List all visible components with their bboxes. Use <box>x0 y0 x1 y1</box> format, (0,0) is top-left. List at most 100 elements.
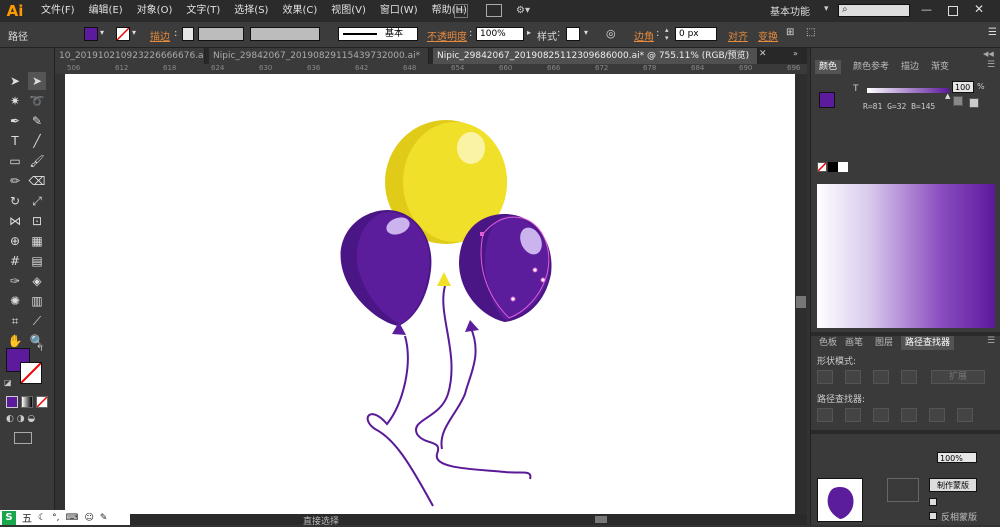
lasso-icon[interactable]: ➰ <box>28 92 46 110</box>
document-tab-2[interactable]: Nipic_29842067_20190829115439732000.ai* <box>209 48 429 64</box>
clip-checkbox[interactable] <box>929 498 937 506</box>
menu-object[interactable]: 对象(O) <box>130 0 180 22</box>
outline-button[interactable] <box>929 408 945 422</box>
free-transform-icon[interactable]: ⊡ <box>28 212 46 230</box>
purple-balloon-left[interactable] <box>340 210 432 335</box>
fill-swatch[interactable] <box>84 27 98 41</box>
style-dropdown-icon[interactable]: ▾ <box>584 28 588 37</box>
control-bar-menu-icon[interactable]: ☰ <box>988 27 997 38</box>
menu-select[interactable]: 选择(S) <box>227 0 275 22</box>
tab-swatches[interactable]: 色板 <box>815 336 841 350</box>
exclude-button[interactable] <box>901 370 917 384</box>
tint-slider[interactable] <box>867 88 949 93</box>
color-panel-menu-icon[interactable]: ☰ <box>987 60 995 70</box>
stroke-weight-field[interactable] <box>182 27 194 41</box>
slice-tool-icon[interactable]: ⟋ <box>28 312 46 330</box>
tab-pathfinder[interactable]: 路径查找器 <box>901 336 955 350</box>
unite-button[interactable] <box>817 370 833 384</box>
gradient-mode-icon[interactable] <box>21 396 33 408</box>
transparency-opacity-field[interactable]: 100% <box>937 452 977 463</box>
draw-mode-icon[interactable]: ◐ ◑ ◒ <box>6 414 46 426</box>
search-input[interactable]: ⌕ <box>838 4 910 17</box>
ime-mode[interactable]: 五 <box>22 510 32 525</box>
line-tool-icon[interactable]: ╱ <box>28 132 46 150</box>
moon-icon[interactable]: ☾ <box>38 513 46 523</box>
none-swatch[interactable] <box>817 162 827 172</box>
brush-definition[interactable]: 基本 <box>338 27 418 41</box>
artboard-tool-icon[interactable]: ⌗ <box>6 312 24 330</box>
mask-thumbnail[interactable] <box>817 478 863 522</box>
menu-edit[interactable]: 编辑(E) <box>82 0 130 22</box>
scale-tool-icon[interactable]: ⤢ <box>28 192 46 210</box>
menu-type[interactable]: 文字(T) <box>179 0 227 22</box>
trim-button[interactable] <box>845 408 861 422</box>
bridge-icon[interactable]: Br <box>454 4 468 18</box>
menu-effect[interactable]: 效果(C) <box>275 0 324 22</box>
rectangle-tool-icon[interactable]: ▭ <box>6 152 24 170</box>
width-tool-icon[interactable]: ⋈ <box>6 212 24 230</box>
transform-options-icon[interactable]: ⊞ <box>786 27 794 38</box>
user-icon[interactable]: ☺ <box>84 513 93 523</box>
crop-button[interactable] <box>901 408 917 422</box>
close-button[interactable]: ✕ <box>974 2 984 16</box>
corner-stepper-icon[interactable]: ▴ ▾ <box>665 26 669 42</box>
recolor-artwork-icon[interactable]: ◎ <box>606 27 616 40</box>
eyedropper-icon[interactable]: ✑ <box>6 272 24 290</box>
align-link[interactable]: 对齐 <box>728 28 748 43</box>
minus-front-button[interactable] <box>845 370 861 384</box>
gradient-tool-icon[interactable]: ▤ <box>28 252 46 270</box>
none-mode-icon[interactable] <box>36 396 48 408</box>
arrange-documents-icon[interactable] <box>486 4 502 17</box>
rotate-tool-icon[interactable]: ↻ <box>6 192 24 210</box>
panel-collapse-icon[interactable]: ◀◀ <box>983 50 994 58</box>
divide-button[interactable] <box>817 408 833 422</box>
stroke-weight-dropdown[interactable] <box>198 27 244 41</box>
white-swatch[interactable] <box>838 162 848 172</box>
eraser-icon[interactable]: ⌫ <box>28 172 46 190</box>
stroke-dropdown-icon[interactable]: ▾ <box>132 28 136 37</box>
stroke-color-box[interactable] <box>20 362 42 384</box>
corner-field[interactable]: 0 px <box>675 27 717 41</box>
keyboard-icon[interactable]: ⌨ <box>65 513 78 523</box>
opacity-field[interactable]: 100% <box>476 27 524 41</box>
graphic-style-swatch[interactable] <box>566 27 580 41</box>
menu-file[interactable]: 文件(F) <box>34 0 82 22</box>
fill-dropdown-icon[interactable]: ▾ <box>100 28 104 37</box>
swap-fill-stroke-icon[interactable]: ↰ <box>36 344 44 354</box>
variable-width-profile[interactable] <box>250 27 320 41</box>
make-mask-button[interactable]: 制作蒙版 <box>929 478 977 492</box>
curvature-tool-icon[interactable]: ✎ <box>28 112 46 130</box>
minus-back-button[interactable] <box>957 408 973 422</box>
stroke-swatch[interactable] <box>116 27 130 41</box>
document-tab-1[interactable]: 10_201910210923226666676.ai* <box>55 48 205 64</box>
tools-icon[interactable]: ✎ <box>100 513 108 523</box>
color-spectrum[interactable] <box>817 184 995 328</box>
default-colors-icon[interactable]: ◪ <box>4 378 12 387</box>
symbol-sprayer-icon[interactable]: ✺ <box>6 292 24 310</box>
opacity-label[interactable]: 不透明度 <box>427 28 467 43</box>
column-graph-icon[interactable]: ▥ <box>28 292 46 310</box>
purple-balloon-right[interactable] <box>459 214 552 332</box>
type-tool-icon[interactable]: T <box>6 132 24 150</box>
corner-label[interactable]: 边角 <box>634 28 654 43</box>
direct-selection-tool-icon[interactable]: ➤ <box>28 72 46 90</box>
tab-layers[interactable]: 图层 <box>871 336 897 350</box>
color-mode-icon[interactable] <box>6 396 18 408</box>
menu-window[interactable]: 窗口(W) <box>373 0 425 22</box>
tab-brushes[interactable]: 画笔 <box>841 336 867 350</box>
maximize-button[interactable] <box>948 6 958 16</box>
tab-stroke[interactable]: 描边 <box>897 60 923 74</box>
pencil-icon[interactable]: ✏ <box>6 172 24 190</box>
pen-tool-icon[interactable]: ✒ <box>6 112 24 130</box>
tint-field[interactable]: 100 <box>952 81 974 93</box>
intersect-button[interactable] <box>873 370 889 384</box>
shape-builder-icon[interactable]: ⊕ <box>6 232 24 250</box>
horizontal-scroll-thumb[interactable] <box>595 516 607 523</box>
tab-gradient[interactable]: 渐变 <box>927 60 953 74</box>
expand-button[interactable]: 扩展 <box>931 370 985 384</box>
tab-overflow-icon[interactable]: » <box>793 49 798 58</box>
punctuation-icon[interactable]: °, <box>52 513 59 523</box>
document-tab-active[interactable]: Nipic_29842067_20190825112309686000.ai* … <box>433 48 758 64</box>
magic-wand-icon[interactable]: ✷ <box>6 92 24 110</box>
pathfinder-menu-icon[interactable]: ☰ <box>987 336 995 346</box>
